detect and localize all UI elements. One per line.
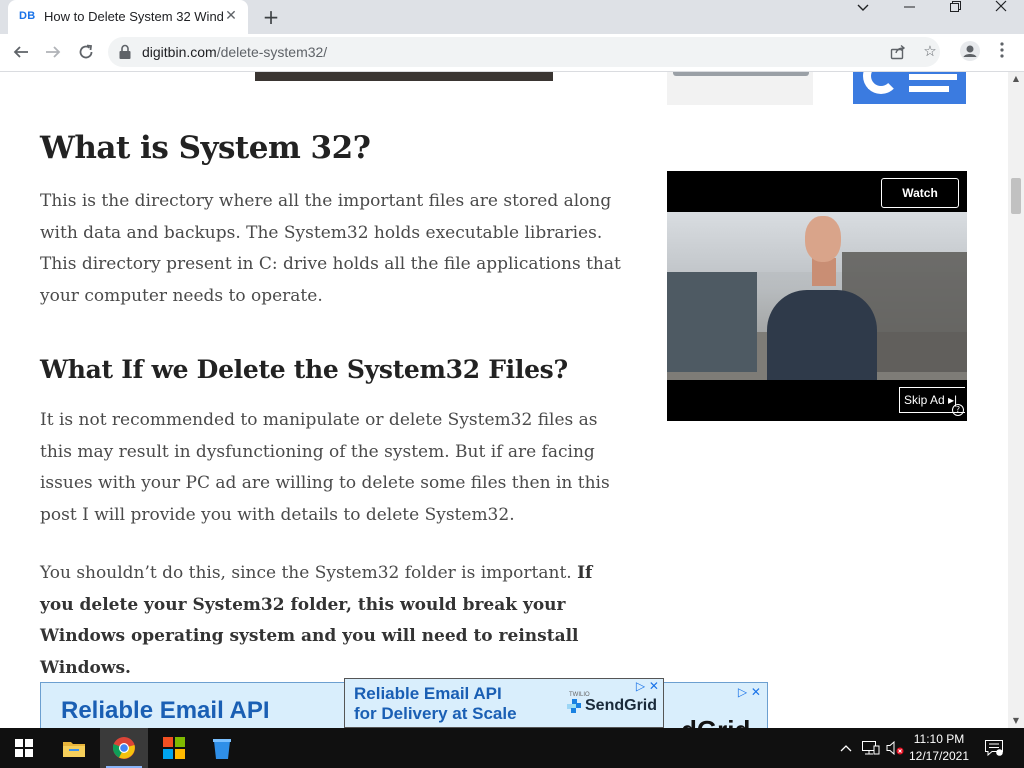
article-paragraph-warning: You shouldn’t do this, since the System3… (40, 558, 630, 685)
system-clock[interactable]: 11:10 PM 12/17/2021 (902, 731, 976, 765)
file-explorer-icon[interactable] (50, 728, 98, 768)
watch-button[interactable]: Watch (881, 178, 959, 208)
top-ad-google-logo[interactable] (853, 72, 966, 104)
adchoices-close-icon[interactable]: ▷ ✕ (636, 679, 659, 693)
tray-chevron-up-icon[interactable] (838, 728, 854, 768)
sendgrid-logo-icon (567, 699, 581, 713)
profile-avatar-icon[interactable] (958, 41, 982, 65)
video-frame[interactable] (667, 212, 967, 380)
start-button[interactable] (0, 728, 48, 768)
share-icon[interactable] (888, 42, 908, 62)
section-heading-delete-system32: What If we Delete the System32 Files? (40, 355, 568, 384)
forward-button[interactable] (39, 38, 67, 66)
overlay-ad-line1: Reliable Email API (354, 684, 502, 703)
banner-ad-brand-partial: dGrid (681, 715, 750, 728)
notifications-icon[interactable] (982, 728, 1006, 768)
warning-plain-text: You shouldn’t do this, since the System3… (40, 563, 578, 583)
reload-button[interactable] (72, 38, 100, 66)
browser-toolbar: digitbin.com/delete-system32/ ☆ (0, 34, 1024, 72)
article-paragraph: It is not recommended to manipulate or d… (40, 410, 610, 526)
tab-close-icon[interactable]: ✕ (222, 7, 240, 25)
adchoices-close-icon[interactable]: ▷ ✕ (738, 685, 761, 699)
overlay-ad-line2: for Delivery at Scale (354, 704, 517, 723)
tab-strip: DB How to Delete System 32 Windo ✕ + (0, 0, 1024, 34)
new-tab-button[interactable]: + (258, 4, 284, 30)
tab-search-chevron-icon[interactable] (840, 0, 886, 30)
bookmark-star-icon[interactable]: ☆ (920, 42, 940, 62)
scroll-down-arrow-icon[interactable]: ▼ (1008, 714, 1024, 728)
clock-date: 12/17/2021 (908, 749, 970, 763)
address-bar[interactable]: digitbin.com/delete-system32/ ☆ (108, 37, 940, 67)
top-ad-tile[interactable] (667, 72, 813, 105)
clock-time: 11:10 PM (913, 732, 965, 746)
tab-title: How to Delete System 32 Windo (44, 9, 224, 24)
article-image-bottom-edge (255, 72, 553, 81)
page-viewport: What is System 32? This is the directory… (0, 72, 1008, 728)
scroll-up-arrow-icon[interactable]: ▲ (1008, 72, 1024, 86)
network-icon[interactable] (860, 728, 880, 768)
overlay-ad[interactable]: Reliable Email API for Delivery at Scale… (344, 678, 664, 728)
recycle-bin-icon[interactable] (198, 728, 246, 768)
site-favicon-icon: DB (19, 10, 36, 22)
lock-icon[interactable] (118, 44, 132, 60)
back-button[interactable] (7, 38, 35, 66)
page-scrollbar[interactable]: ▲ ▼ (1008, 72, 1024, 728)
url-text[interactable]: digitbin.com/delete-system32/ (142, 44, 327, 60)
section-heading-what-is-system32: What is System 32? (40, 130, 371, 166)
volume-muted-icon[interactable] (884, 728, 904, 768)
minimize-button[interactable] (886, 0, 932, 30)
banner-ad-headline: Reliable Email API (61, 697, 270, 724)
chrome-taskbar-icon[interactable] (100, 728, 148, 768)
video-ad[interactable]: Watch Skip Ad ▸| ? (667, 171, 967, 421)
article-paragraph: This is the directory where all the impo… (40, 191, 621, 307)
ad-help-icon[interactable]: ? (952, 404, 964, 416)
windows-taskbar: 11:10 PM 12/17/2021 (0, 728, 1024, 768)
browser-tab[interactable]: DB How to Delete System 32 Windo ✕ (8, 0, 248, 34)
scrollbar-thumb[interactable] (1011, 178, 1021, 214)
app-store-icon[interactable] (150, 728, 198, 768)
menu-kebab-icon[interactable] (990, 41, 1014, 65)
close-window-button[interactable] (978, 0, 1024, 30)
overlay-ad-brand: SendGrid (585, 697, 658, 714)
restore-button[interactable] (932, 0, 978, 30)
